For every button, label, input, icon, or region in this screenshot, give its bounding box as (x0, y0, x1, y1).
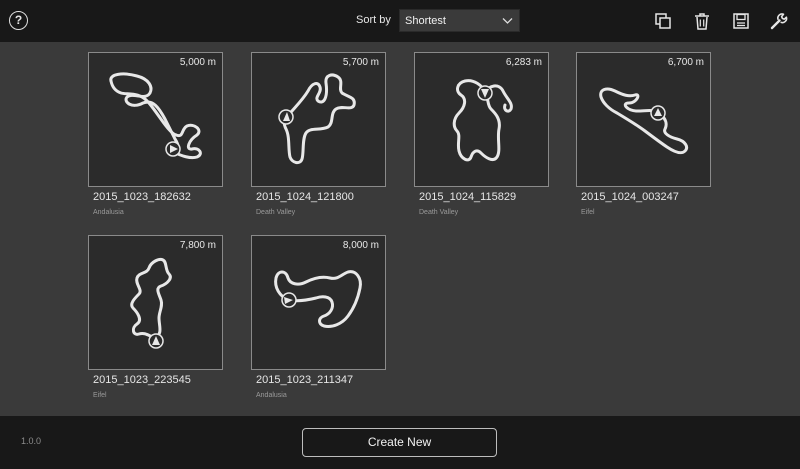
track-card[interactable]: 6,700 m 2015_1024_003247 Eifel (576, 52, 711, 232)
track-length: 6,283 m (505, 57, 542, 68)
track-location: Andalusia (256, 392, 287, 399)
start-marker-icon (650, 105, 666, 121)
track-length: 5,700 m (342, 57, 379, 68)
track-length: 5,000 m (179, 57, 216, 68)
track-map (278, 73, 356, 165)
track-name: 2015_1024_003247 (581, 191, 679, 203)
track-map (274, 270, 362, 328)
start-marker-icon (148, 333, 164, 349)
track-map (452, 79, 513, 162)
track-location: Death Valley (256, 209, 296, 216)
track-card[interactable]: 7,800 m 2015_1023_223545 Eifel (88, 235, 223, 415)
help-icon[interactable]: ? (9, 11, 28, 30)
track-name: 2015_1023_182632 (93, 191, 191, 203)
track-location: Andalusia (93, 209, 124, 216)
save-icon[interactable] (731, 11, 751, 31)
version-label: 1.0.0 (21, 436, 42, 446)
track-name: 2015_1024_115829 (419, 191, 517, 203)
start-marker-icon (477, 85, 493, 101)
track-thumbnail: 5,700 m (251, 52, 386, 187)
start-marker-icon (278, 109, 294, 125)
top-toolbar: ? Sort by Shortest (0, 0, 800, 42)
trash-icon[interactable] (692, 11, 712, 31)
track-grid: 5,000 m 2015_1023_182632 Andalusia 5,700… (0, 42, 800, 416)
track-location: Eifel (93, 392, 107, 399)
track-card[interactable]: 8,000 m 2015_1023_211347 Andalusia (251, 235, 386, 415)
track-length: 6,700 m (667, 57, 704, 68)
track-map (130, 258, 172, 349)
start-marker-icon (281, 292, 297, 308)
start-marker-icon (165, 141, 181, 157)
track-location: Death Valley (419, 209, 459, 216)
sort-label: Sort by (356, 14, 391, 26)
bottom-bar: 1.0.0 Create New (0, 416, 800, 469)
sort-selected-value: Shortest (405, 15, 446, 27)
track-thumbnail: 5,000 m (88, 52, 223, 187)
sort-dropdown[interactable]: Shortest (399, 9, 520, 32)
track-name: 2015_1023_223545 (93, 374, 191, 386)
track-card[interactable]: 5,000 m 2015_1023_182632 Andalusia (88, 52, 223, 232)
track-card[interactable]: 6,283 m 2015_1024_115829 Death Valley (414, 52, 549, 232)
track-thumbnail: 6,283 m (414, 52, 549, 187)
track-thumbnail: 8,000 m (251, 235, 386, 370)
track-length: 7,800 m (179, 240, 216, 251)
create-new-button[interactable]: Create New (302, 428, 497, 457)
track-name: 2015_1024_121800 (256, 191, 354, 203)
wrench-icon[interactable] (769, 11, 789, 31)
track-length: 8,000 m (342, 240, 379, 251)
duplicate-icon[interactable] (653, 11, 673, 31)
track-map (109, 72, 202, 160)
chevron-down-icon (502, 18, 513, 24)
track-map (599, 87, 689, 155)
track-name: 2015_1023_211347 (256, 374, 354, 386)
track-card[interactable]: 5,700 m 2015_1024_121800 Death Valley (251, 52, 386, 232)
track-thumbnail: 6,700 m (576, 52, 711, 187)
track-location: Eifel (581, 209, 595, 216)
track-thumbnail: 7,800 m (88, 235, 223, 370)
